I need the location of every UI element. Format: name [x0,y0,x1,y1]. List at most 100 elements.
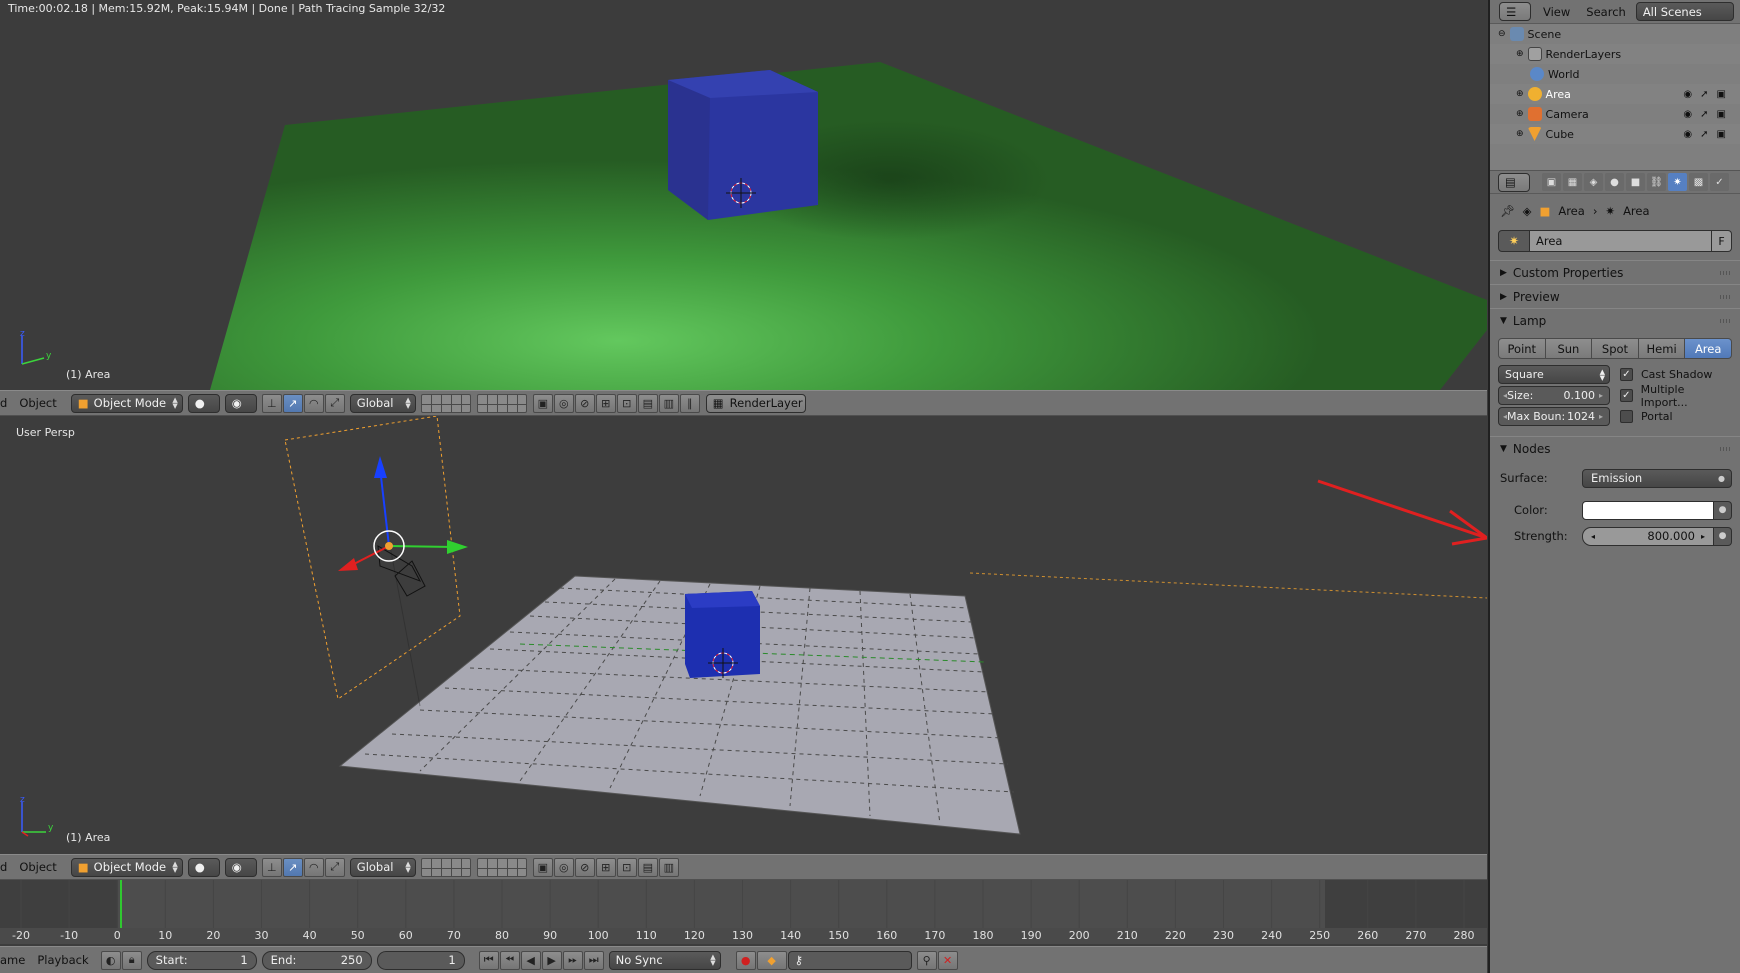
keying-set-field[interactable]: ⚷ [787,950,912,970]
jump-key-forward-icon[interactable]: ⏩︎ [562,950,583,970]
layers-grid-2[interactable] [476,393,527,413]
render-anim-icon[interactable]: ▥ [658,857,679,877]
proportional-icon[interactable]: ◎ [553,857,574,877]
scale-manipulator[interactable]: ⤢ [324,857,345,877]
outliner-row-scene[interactable]: ⊖ Scene [1490,24,1740,44]
render-layer-dropdown[interactable]: ▦ RenderLayer [705,393,806,413]
insert-keyframe-icon[interactable]: ⚲ [916,950,937,970]
texture-tab-icon[interactable]: ▩ [1689,173,1708,191]
delete-keyframe-icon[interactable]: ✕ [937,950,958,970]
layers-grid-1[interactable] [420,393,471,413]
mode-dropdown[interactable]: ■ Object Mode ▲ ▼ [70,393,183,413]
layers-grid-1[interactable] [420,857,471,877]
portal-checkbox[interactable]: Portal [1620,407,1732,426]
cursor-icon[interactable]: ➚ [1700,129,1708,140]
color-swatch[interactable] [1582,500,1714,520]
cast-shadow-checkbox[interactable]: ✓ Cast Shadow [1620,365,1732,384]
snap-target-icon[interactable]: ⊡ [616,857,637,877]
manipulator-toggle[interactable]: ⊥ [261,393,282,413]
cursor-icon[interactable]: ➚ [1700,109,1708,120]
object-menu[interactable]: Object [11,860,64,874]
rendered-viewport[interactable]: z y Time:00:02.18 | Mem:15.92M, Peak:15.… [0,0,1487,390]
lamp-browse-icon[interactable]: ✷ [1498,230,1530,252]
size-field[interactable]: ◂ Size: 0.100 ▸ [1498,386,1610,405]
pivot-dropdown[interactable]: ◉ [224,393,257,413]
fake-user-button[interactable]: F [1712,230,1732,252]
outliner-row-world[interactable]: World [1490,64,1740,84]
frame-menu[interactable]: ame [0,953,37,967]
orientation-dropdown[interactable]: Global ▲ ▼ [349,857,416,877]
outliner-row-renderlayers[interactable]: ⊕ RenderLayers [1490,44,1740,64]
play-reverse-icon[interactable]: ◀ [520,950,541,970]
lock-camera-icon[interactable]: ▣ [532,857,553,877]
outliner-search-menu[interactable]: Search [1586,5,1626,19]
3d-viewport[interactable]: z y User Persp (1) Area [0,416,1487,854]
snap-icon[interactable]: ⊘ [574,393,595,413]
strength-socket-icon[interactable]: ● [1714,526,1732,546]
pivot-dropdown[interactable]: ◉ [224,857,257,877]
object-menu[interactable]: Object [11,396,64,410]
outliner-row-cube[interactable]: ⊕ Cube ◉ ➚ ▣ [1490,124,1740,144]
rotate-manipulator[interactable]: ◠ [303,857,324,877]
eye-icon[interactable]: ◉ [1683,89,1692,100]
snap-target-icon[interactable]: ⊡ [616,393,637,413]
surface-shader-dropdown[interactable]: Emission ● [1582,468,1732,488]
rotate-manipulator[interactable]: ◠ [303,393,324,413]
lamp-type-sun[interactable]: Sun [1545,338,1593,359]
constraints-tab-icon[interactable]: ⛓︎ [1647,173,1666,191]
shading-dropdown[interactable]: ● [187,857,220,877]
eye-icon[interactable]: ◉ [1683,109,1692,120]
start-frame-field[interactable]: Start: 1 [146,950,257,970]
preview-range-icon[interactable]: ◐ [100,950,121,970]
pin-icon[interactable]: 📌︎ [1500,204,1515,218]
eye-icon[interactable]: ◉ [1683,129,1692,140]
outliner[interactable]: ⊖ Scene ⊕ RenderLayers World ⊕ Area ◉ ➚ ▣ … [1490,24,1740,170]
record-icon[interactable]: ● [735,950,756,970]
camera-render-icon[interactable]: ▣ [1717,129,1726,140]
panel-preview[interactable]: ▶ Preview [1490,284,1740,308]
editor-type-dropdown[interactable]: ☰ [1499,2,1531,21]
editor-type-dropdown[interactable]: ▤ [1498,172,1530,192]
translate-manipulator[interactable]: ↗ [282,393,303,413]
lamp-type-point[interactable]: Point [1498,338,1546,359]
jump-key-back-icon[interactable]: ⏪︎ [499,950,520,970]
physics-tab-icon[interactable]: ✓ [1710,173,1729,191]
world-tab-icon[interactable]: ● [1605,173,1624,191]
panel-custom-properties[interactable]: ▶ Custom Properties [1490,260,1740,284]
outliner-row-area[interactable]: ⊕ Area ◉ ➚ ▣ [1490,84,1740,104]
multiple-importance-checkbox[interactable]: ✓ Multiple Import... [1620,383,1732,409]
playback-menu[interactable]: Playback [37,953,100,967]
pause-render-icon[interactable]: ∥ [679,393,700,413]
lamp-data-tab-icon[interactable]: ✷ [1668,173,1687,191]
render-opengl-icon[interactable]: ▤ [637,857,658,877]
sync-dropdown[interactable]: No Sync ▲ ▼ [608,950,721,970]
outliner-view-menu[interactable]: View [1543,5,1570,19]
camera-render-icon[interactable]: ▣ [1717,89,1726,100]
lock-range-icon[interactable]: 🔒︎ [121,950,142,970]
datablock-name-field[interactable]: Area [1530,230,1712,252]
camera-render-icon[interactable]: ▣ [1717,109,1726,120]
timeline[interactable]: -20 -10 0 10 20 30 40 50 60 70 80 90 100 110 120 130 140… [0,880,1487,944]
manipulator-toggle[interactable]: ⊥ [261,857,282,877]
snap-element-icon[interactable]: ⊞ [595,393,616,413]
keying-set-icon[interactable]: ◆ [756,950,787,970]
render-anim-icon[interactable]: ▥ [658,393,679,413]
proportional-icon[interactable]: ◎ [553,393,574,413]
panel-lamp[interactable]: ▼ Lamp [1490,308,1740,332]
object-tab-icon[interactable]: ■ [1626,173,1645,191]
snap-icon[interactable]: ⊘ [574,857,595,877]
lock-camera-icon[interactable]: ▣ [532,393,553,413]
play-icon[interactable]: ▶ [541,950,562,970]
render-tab-icon[interactable]: ▣ [1542,173,1561,191]
scenes-dropdown[interactable]: All Scenes [1635,2,1734,21]
jump-start-icon[interactable]: ⏮︎ [478,950,499,970]
snap-element-icon[interactable]: ⊞ [595,857,616,877]
scale-manipulator[interactable]: ⤢ [324,393,345,413]
scene-tab-icon[interactable]: ◈ [1584,173,1603,191]
outliner-row-camera[interactable]: ⊕ Camera ◉ ➚ ▣ [1490,104,1740,124]
strength-field[interactable]: ◂ 800.000 ▸ [1582,526,1714,546]
render-opengl-icon[interactable]: ▤ [637,393,658,413]
layers-grid-2[interactable] [476,857,527,877]
current-frame-field[interactable]: 1 [376,950,465,970]
render-layers-tab-icon[interactable]: ▦ [1563,173,1582,191]
